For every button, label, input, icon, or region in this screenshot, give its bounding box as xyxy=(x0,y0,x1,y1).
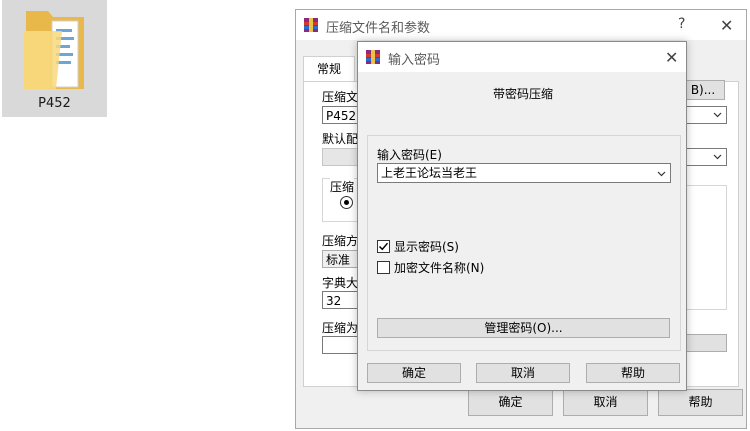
archive-name-label: 压缩文 xyxy=(322,90,359,104)
desktop-folder-item[interactable]: P452 xyxy=(2,0,107,117)
password-help-button[interactable]: 帮助 xyxy=(586,363,680,383)
method-combo[interactable]: 标准 xyxy=(322,250,362,268)
encrypt-file-names-label: 加密文件名称(N) xyxy=(394,261,485,275)
dictionary-label: 字典大 xyxy=(322,276,359,290)
main-ok-button[interactable]: 确定 xyxy=(468,389,553,416)
show-password-label: 显示密码(S) xyxy=(394,240,459,254)
dictionary-combo[interactable]: 32 xyxy=(322,291,362,309)
winrar-icon xyxy=(366,50,380,64)
update-mode-dropdown[interactable] xyxy=(686,148,727,166)
show-password-checkbox[interactable] xyxy=(377,240,390,253)
manage-passwords-button[interactable]: 管理密码(O)... xyxy=(377,318,670,338)
split-volumes-field[interactable] xyxy=(322,336,362,354)
help-title-button[interactable]: ? xyxy=(678,16,685,32)
archive-format-label: 压缩 xyxy=(330,178,355,195)
winrar-icon xyxy=(304,18,318,32)
chevron-down-icon xyxy=(657,171,666,177)
password-dialog: 输入密码 ✕ 带密码压缩 输入密码(E) 上老王论坛当老王 显示密码(S) 加密… xyxy=(357,41,687,391)
password-dialog-title: 输入密码 xyxy=(388,53,441,68)
close-button[interactable]: ✕ xyxy=(720,16,733,35)
options-panel xyxy=(686,185,727,310)
default-profile-label: 默认配 xyxy=(322,132,359,146)
enter-password-label: 输入密码(E) xyxy=(377,148,442,162)
split-volumes-label: 压缩为 xyxy=(322,321,359,335)
folder-icon xyxy=(24,11,84,89)
password-cancel-button[interactable]: 取消 xyxy=(476,363,570,383)
tab-general[interactable]: 常规 xyxy=(303,56,355,82)
chevron-down-icon xyxy=(713,112,722,118)
main-help-button[interactable]: 帮助 xyxy=(658,389,743,416)
encrypt-file-names-checkbox[interactable] xyxy=(377,261,390,274)
password-input[interactable]: 上老王论坛当老王 xyxy=(377,163,671,183)
password-dialog-heading: 带密码压缩 xyxy=(492,87,553,101)
password-ok-button[interactable]: 确定 xyxy=(367,363,461,383)
password-value: 上老王论坛当老王 xyxy=(381,166,478,180)
chevron-down-icon xyxy=(713,154,722,160)
main-cancel-button[interactable]: 取消 xyxy=(563,389,648,416)
checkmark-icon xyxy=(378,242,389,251)
password-dialog-close-button[interactable]: ✕ xyxy=(665,48,678,67)
folder-label: P452 xyxy=(38,96,71,111)
set-password-button[interactable] xyxy=(686,334,727,352)
rar-radio[interactable] xyxy=(340,196,353,209)
method-label: 压缩方 xyxy=(322,234,359,248)
archive-params-title: 压缩文件名和参数 xyxy=(326,21,431,36)
archive-name-dropdown[interactable] xyxy=(686,106,727,124)
archive-params-titlebar: 压缩文件名和参数 ? ✕ xyxy=(296,10,746,40)
profile-combo[interactable] xyxy=(322,148,362,166)
password-dialog-titlebar: 输入密码 ✕ xyxy=(358,42,686,72)
